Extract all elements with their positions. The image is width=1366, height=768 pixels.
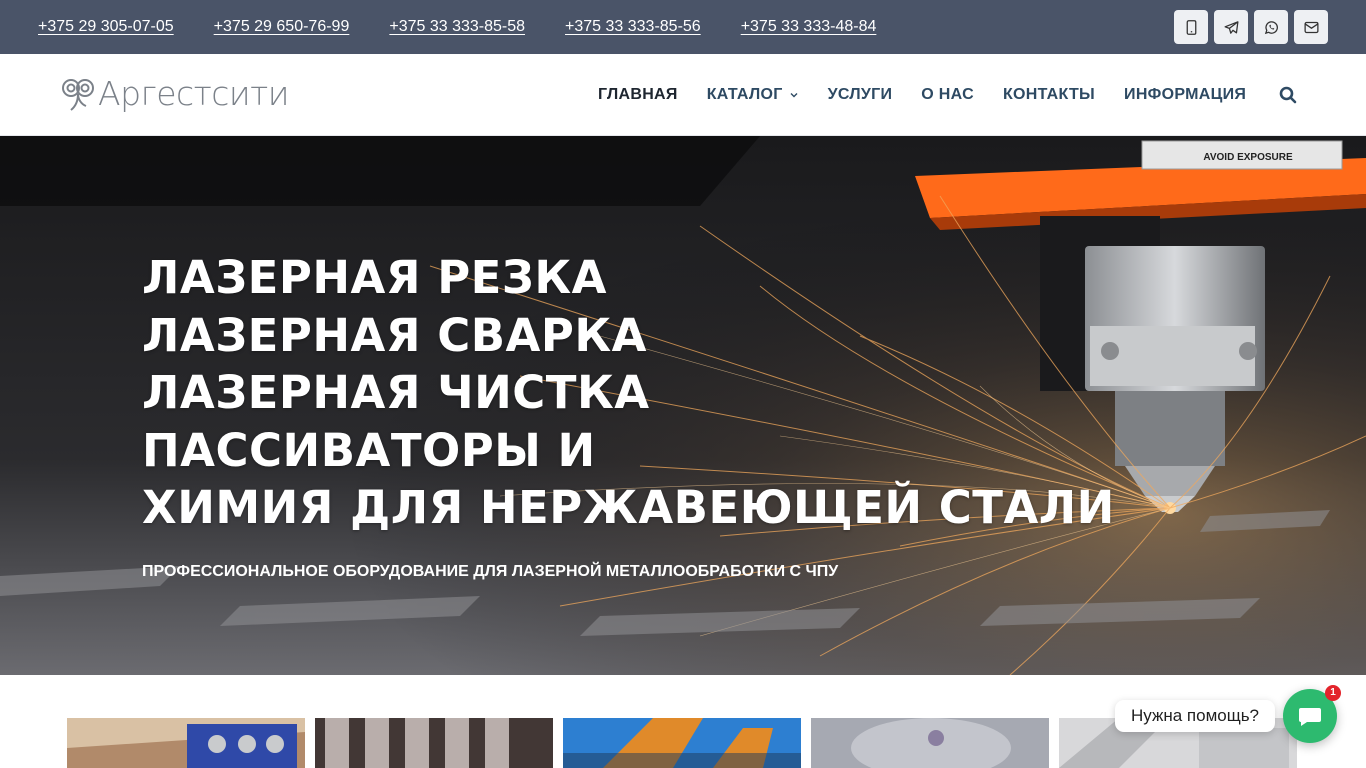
telegram-button[interactable]: [1214, 10, 1248, 44]
nav-item-contacts[interactable]: КОНТАКТЫ: [1003, 86, 1095, 104]
category-card[interactable]: [315, 718, 553, 768]
hero-line-laser-cleaning: ЛАЗЕРНАЯ ЧИСТКА: [142, 366, 650, 419]
phone-list: +375 29 305-07-05 +375 29 650-76-99 +375…: [38, 0, 876, 54]
email-button[interactable]: [1294, 10, 1328, 44]
main-nav: ГЛАВНАЯ КАТАЛОГ УСЛУГИ О НАС КОНТАКТЫ ИН…: [598, 54, 1246, 136]
hero-headline: ЛАЗЕРНАЯ РЕЗКА ЛАЗЕРНАЯ СВАРКА ЛАЗЕРНАЯ …: [142, 249, 1115, 537]
phone-social-button[interactable]: [1174, 10, 1208, 44]
phone-link-3[interactable]: +375 33 333-85-58: [389, 18, 525, 36]
phone-link-1[interactable]: +375 29 305-07-05: [38, 18, 174, 36]
phone-link-4[interactable]: +375 33 333-85-56: [565, 18, 701, 36]
whatsapp-button[interactable]: [1254, 10, 1288, 44]
email-icon: [1303, 21, 1319, 33]
nav-item-catalog[interactable]: КАТАЛОГ: [707, 86, 799, 104]
warning-label: AVOID EXPOSURE: [1203, 152, 1293, 163]
telegram-icon: [1223, 20, 1239, 34]
category-card[interactable]: [563, 718, 801, 768]
category-card[interactable]: [67, 718, 305, 768]
category-thumbnails: [67, 718, 1297, 768]
notification-badge: 1: [1325, 685, 1341, 701]
hero-banner: AVOID EXPOSURE ЛАЗЕРНАЯ РЕЗКА ЛАЗЕРНАЯ С…: [0, 136, 1366, 675]
logo-icon: [62, 79, 94, 111]
top-bar: +375 29 305-07-05 +375 29 650-76-99 +375…: [0, 0, 1366, 54]
nav-item-home[interactable]: ГЛАВНАЯ: [598, 86, 678, 104]
chevron-down-icon: [790, 93, 798, 98]
hero-line-laser-cutting: ЛАЗЕРНАЯ РЕЗКА: [142, 251, 607, 304]
site-logo[interactable]: Аргестсити: [60, 74, 290, 114]
logo-text: Аргестсити: [98, 74, 290, 113]
nav-item-about[interactable]: О НАС: [921, 86, 974, 104]
hero-line-passivators: ПАССИВАТОРЫ И: [142, 423, 596, 477]
social-links: [1174, 10, 1328, 44]
nav-item-info[interactable]: ИНФОРМАЦИЯ: [1124, 86, 1246, 104]
chat-icon: [1299, 708, 1321, 726]
chat-prompt[interactable]: Нужна помощь?: [1115, 700, 1276, 732]
nav-item-catalog-label: КАТАЛОГ: [706, 86, 783, 103]
phone-icon: [1186, 19, 1196, 35]
hero-subtitle: ПРОФЕССИОНАЛЬНОЕ ОБОРУДОВАНИЕ ДЛЯ ЛАЗЕРН…: [142, 563, 839, 580]
whatsapp-icon: [1264, 20, 1278, 34]
phone-link-5[interactable]: +375 33 333-48-84: [741, 18, 877, 36]
hero-line-laser-welding: ЛАЗЕРНАЯ СВАРКА: [142, 308, 647, 362]
category-image: [67, 718, 305, 768]
phone-link-2[interactable]: +375 29 650-76-99: [214, 18, 350, 36]
nav-item-services[interactable]: УСЛУГИ: [828, 86, 893, 104]
category-image: [315, 718, 553, 768]
site-header: Аргестсити ГЛАВНАЯ КАТАЛОГ УСЛУГИ О НАС …: [0, 54, 1366, 136]
category-card[interactable]: [811, 718, 1049, 768]
search-icon[interactable]: [1278, 85, 1298, 105]
category-image: [563, 718, 801, 768]
category-image: [811, 718, 1049, 768]
hero-line-chemistry: ХИМИЯ ДЛЯ НЕРЖАВЕЮЩЕЙ СТАЛИ: [142, 481, 1115, 534]
